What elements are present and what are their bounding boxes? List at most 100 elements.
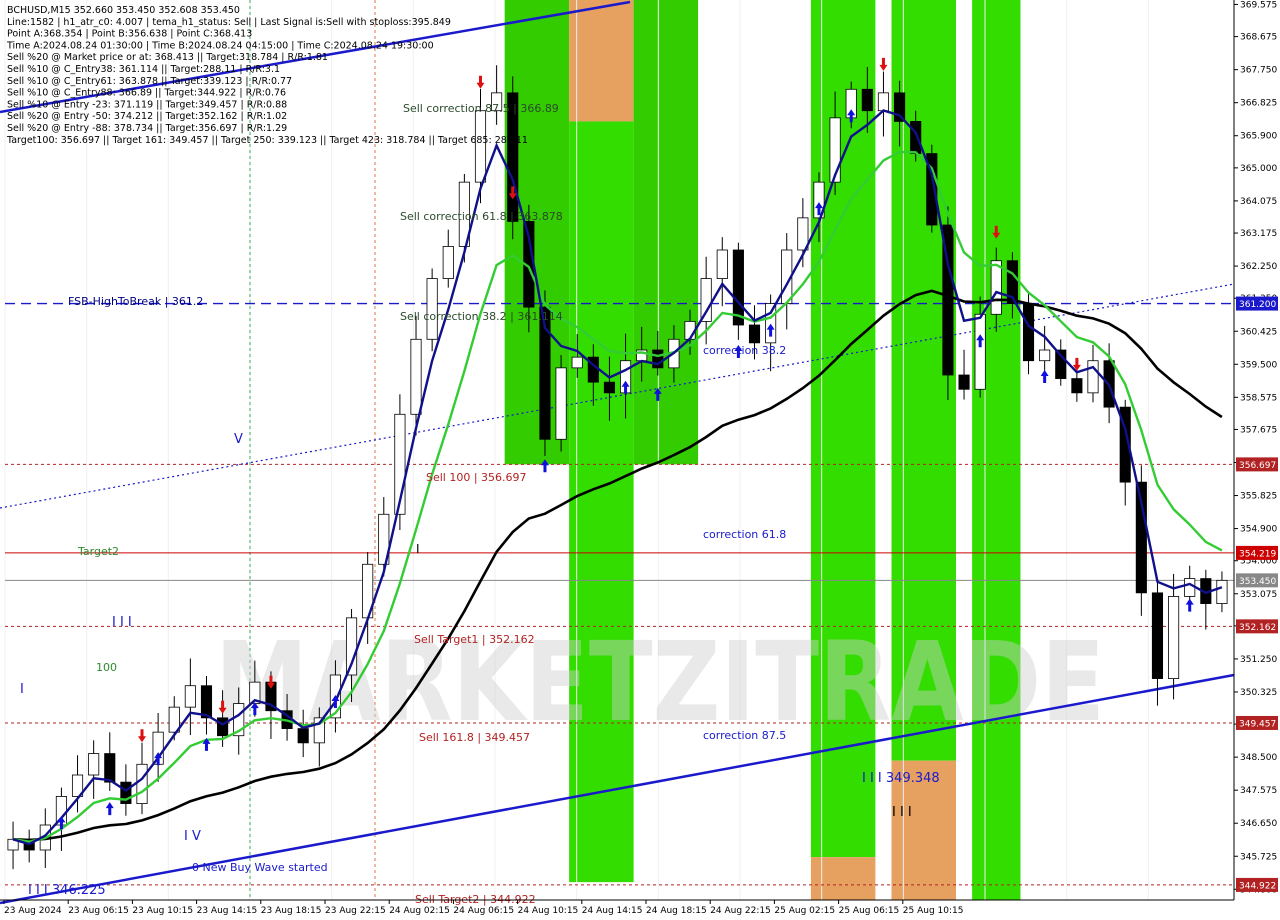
info-line: Sell %10 @ C_Entry88: 366.89 || Target:3… — [7, 88, 286, 99]
sell-1618-label: Sell 161.8 | 349.457 — [419, 731, 530, 744]
level-tag-text: 353.450 — [1239, 577, 1276, 587]
wave-i-label: I — [20, 682, 24, 697]
candle-body — [200, 685, 213, 719]
level-tag-text: 344.922 — [1239, 881, 1276, 891]
candle-body — [297, 728, 309, 744]
zone-5 — [810, 857, 876, 900]
price-tick-label: 348.500 — [1240, 753, 1277, 763]
zone-2 — [569, 121, 634, 883]
price-tick-label: 354.900 — [1240, 525, 1277, 535]
sell-correction-875-label: Sell correction 87.5 | 366.89 — [403, 102, 559, 115]
wave-iii-bottom-label: I I I — [892, 805, 912, 820]
time-tick-label: 23 Aug 2024 — [4, 906, 62, 916]
candle-body — [1071, 378, 1083, 394]
correction-875-label: correction 87.5 — [703, 729, 786, 742]
price-tick-label: 368.675 — [1240, 33, 1277, 43]
candle-body — [748, 324, 761, 344]
candle-body — [426, 278, 438, 340]
candle-body — [1022, 303, 1035, 362]
price-tick-label: 345.725 — [1240, 852, 1277, 862]
candle-body — [732, 249, 744, 326]
price-tick-label: 351.250 — [1240, 655, 1277, 665]
level-tag-text: 352.162 — [1239, 623, 1276, 633]
price-tick-label: 359.500 — [1240, 360, 1277, 370]
price-tick-label: 367.750 — [1240, 66, 1277, 76]
hundred-label: 100 — [96, 661, 117, 674]
candle-body — [974, 313, 986, 390]
candle-body — [571, 356, 583, 369]
candle-body — [442, 246, 454, 279]
time-tick-label: 24 Aug 06:15 — [453, 906, 514, 916]
price-tick-label: 365.000 — [1240, 164, 1277, 174]
candle-body — [1168, 596, 1180, 679]
candle-body — [1039, 349, 1051, 362]
candle-body — [88, 753, 100, 776]
price-tick-label: 369.575 — [1240, 0, 1277, 10]
candle-body — [910, 121, 922, 154]
candle-body — [603, 381, 615, 394]
info-line: Sell %20 @ Entry -88: 378.734 || Target:… — [7, 123, 287, 134]
info-line: Target100: 356.697 || Target 161: 349.45… — [6, 135, 528, 146]
wave-346-label: I I I 346.225 — [28, 883, 106, 898]
level-tag-text: 361.200 — [1239, 300, 1276, 310]
fsb-label: FSB-HighToBreak | 361.2 — [68, 295, 203, 308]
candle-body — [555, 367, 567, 440]
price-tick-label: 346.650 — [1240, 819, 1277, 829]
time-tick-label: 23 Aug 10:15 — [132, 906, 193, 916]
wave-v-label: V — [234, 432, 243, 447]
time-tick-label: 25 Aug 06:15 — [839, 906, 900, 916]
price-tick-label: 347.575 — [1240, 786, 1277, 796]
correction-382-label: correction 38.2 — [703, 344, 786, 357]
info-line: Line:1582 | h1_atr_c0: 4.007 | tema_h1_s… — [7, 17, 451, 28]
info-line: Sell %10 @ C_Entry61: 363.878 || Target:… — [7, 76, 292, 87]
candle-body — [861, 88, 873, 112]
target-tag-label: Target2 — [77, 545, 119, 558]
time-tick-label: 23 Aug 06:15 — [68, 906, 129, 916]
new-buy-wave-label: 0 New Buy Wave started — [192, 861, 328, 874]
time-tick-label: 24 Aug 02:15 — [389, 906, 450, 916]
candle-body — [958, 374, 970, 390]
zone-8 — [972, 0, 1021, 900]
time-tick-label: 24 Aug 18:15 — [646, 906, 707, 916]
info-line: Sell %20 @ Entry -50: 374.212 || Target:… — [7, 111, 287, 122]
level-tag-text: 356.697 — [1239, 461, 1276, 471]
candle-body — [136, 763, 148, 804]
price-tick-label: 364.075 — [1240, 197, 1277, 207]
candle-body — [217, 717, 229, 737]
candle-body — [1184, 578, 1196, 597]
price-tick-label: 357.675 — [1240, 425, 1277, 435]
info-line: Point A:368.354 | Point B:356.638 | Poin… — [7, 29, 252, 40]
zone-3 — [633, 0, 699, 465]
wave-iv-label: I V — [184, 829, 201, 844]
time-tick-label: 25 Aug 10:15 — [903, 906, 964, 916]
price-tick-label: 353.075 — [1240, 590, 1277, 600]
correction-618-label: correction 61.8 — [703, 528, 786, 541]
info-line: BCHUSD,M15 352.660 353.450 352.608 353.4… — [7, 5, 240, 16]
info-line: Sell %20 @ Market price or at: 368.413 |… — [7, 52, 328, 63]
candle-body — [877, 92, 890, 112]
candle-body — [716, 249, 728, 279]
zone-1 — [569, 0, 634, 122]
price-tick-label: 355.825 — [1240, 492, 1277, 502]
price-tick-label: 363.175 — [1240, 229, 1277, 239]
time-tick-label: 24 Aug 14:15 — [582, 906, 643, 916]
sell-target1-label: Sell Target1 | 352.162 — [414, 633, 535, 646]
info-line: Time A:2024.08.24 01:30:00 | Time B:2024… — [6, 40, 434, 51]
level-tag-text: 349.457 — [1239, 719, 1276, 729]
candle-body — [1087, 360, 1099, 394]
candle-body — [410, 338, 422, 415]
bar-mark-label: I — [416, 542, 420, 556]
candle-body — [894, 92, 906, 122]
info-line: Sell %10 @ Entry -23: 371.119 || Target:… — [7, 99, 287, 110]
price-tick-label: 366.825 — [1240, 99, 1277, 109]
wave-iii-left-label: I I I — [112, 615, 132, 630]
price-tick-label: 350.325 — [1240, 688, 1277, 698]
time-tick-label: 24 Aug 22:15 — [710, 906, 771, 916]
time-tick-label: 23 Aug 18:15 — [261, 906, 322, 916]
price-chart[interactable]: MARKETZITRADE FSB-HighToBreak | 361.2 Se… — [0, 0, 1280, 920]
sell-100-label: Sell 100 | 356.697 — [426, 471, 527, 484]
candle-body — [184, 685, 196, 708]
price-tick-label: 358.575 — [1240, 393, 1277, 403]
level-tag-text: 354.219 — [1239, 549, 1276, 559]
price-tick-label: 362.250 — [1240, 262, 1277, 272]
